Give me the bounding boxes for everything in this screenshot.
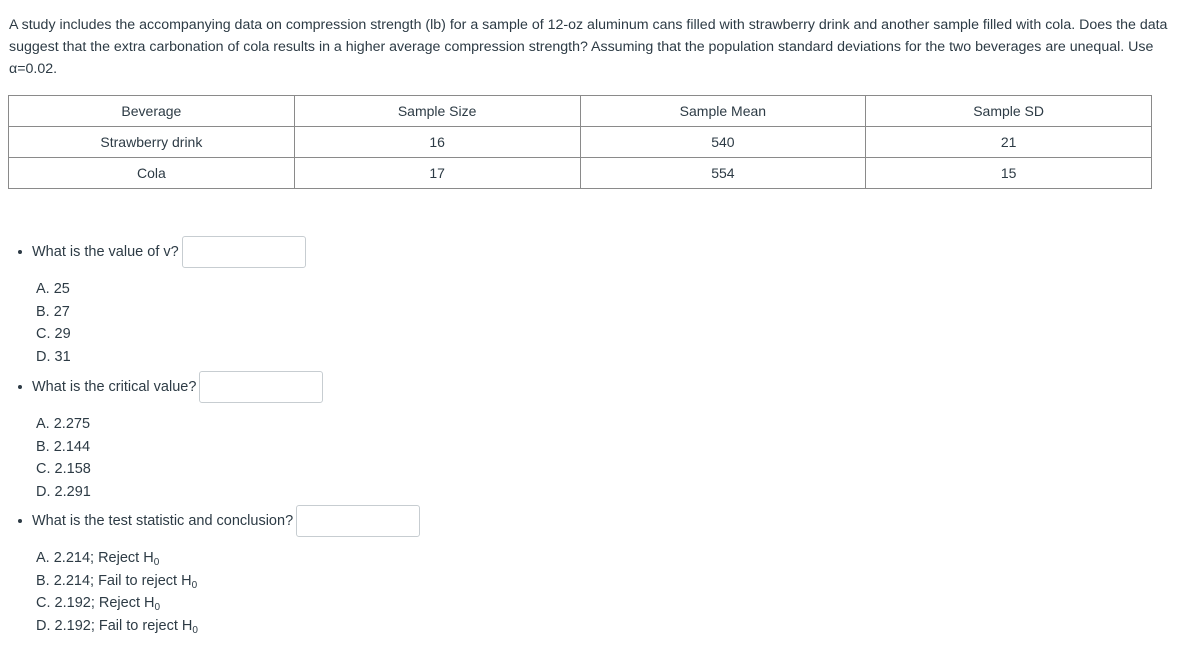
question-text: What is the value of v?	[32, 244, 179, 260]
header-beverage: Beverage	[8, 95, 295, 127]
option-list: A. 2.275 B. 2.144 C. 2.158 D. 2.291	[36, 413, 323, 503]
cell-sample-sd: 21	[865, 126, 1152, 158]
cell-sample-size: 17	[293, 157, 581, 189]
cell-sample-size: 16	[293, 126, 581, 158]
header-sample-mean: Sample Mean	[579, 95, 867, 127]
header-sample-size: Sample Size	[293, 95, 581, 127]
option-list: A. 25 B. 27 C. 29 D. 31	[36, 278, 306, 368]
option-a: A. 25	[36, 281, 70, 297]
question-degrees-of-freedom: What is the value of v? A. 25 B. 27 C. 2…	[0, 235, 306, 368]
cell-sample-sd: 15	[865, 157, 1152, 189]
option-d: D. 31	[36, 348, 71, 365]
cell-sample-mean: 540	[579, 126, 867, 158]
option-b: B. 27	[36, 303, 70, 320]
option-c: C. 2.158	[36, 461, 91, 477]
data-table: Beverage Sample Size Sample Mean Sample …	[8, 95, 1152, 189]
cell-sample-mean: 554	[579, 157, 867, 189]
answer-input-test-statistic[interactable]	[296, 505, 421, 537]
option-c: C. 2.192; Reject H0	[36, 595, 161, 613]
header-sample-sd: Sample SD	[865, 95, 1152, 127]
question-text: What is the critical value?	[32, 379, 197, 395]
question-text: What is the test statistic and conclusio…	[32, 513, 294, 529]
cell-beverage: Cola	[8, 157, 295, 189]
option-b: B. 2.144	[36, 438, 91, 455]
option-list: A. 2.214; Reject H0 B. 2.214; Fail to re…	[36, 547, 420, 637]
bullet-icon	[18, 250, 22, 254]
table-header-row: Beverage Sample Size Sample Mean Sample …	[8, 95, 1152, 127]
option-d: D. 2.192; Fail to reject H0	[36, 617, 198, 636]
table-row: Strawberry drink 16 540 21	[8, 126, 1152, 158]
table-row: Cola 17 554 15	[8, 157, 1152, 189]
option-a: A. 2.214; Reject H0	[36, 550, 160, 568]
question-critical-value: What is the critical value? A. 2.275 B. …	[0, 370, 324, 503]
question-test-statistic: What is the test statistic and conclusio…	[0, 504, 421, 637]
answer-input-v[interactable]	[181, 236, 306, 268]
option-b: B. 2.214; Fail to reject H0	[36, 572, 198, 591]
option-c: C. 29	[36, 326, 71, 342]
problem-statement: A study includes the accompanying data o…	[9, 17, 1168, 77]
option-d: D. 2.291	[36, 483, 91, 500]
bullet-icon	[18, 385, 22, 389]
bullet-icon	[18, 519, 22, 523]
answer-input-critical-value[interactable]	[199, 371, 324, 403]
option-a: A. 2.275	[36, 416, 91, 432]
cell-beverage: Strawberry drink	[8, 126, 295, 158]
